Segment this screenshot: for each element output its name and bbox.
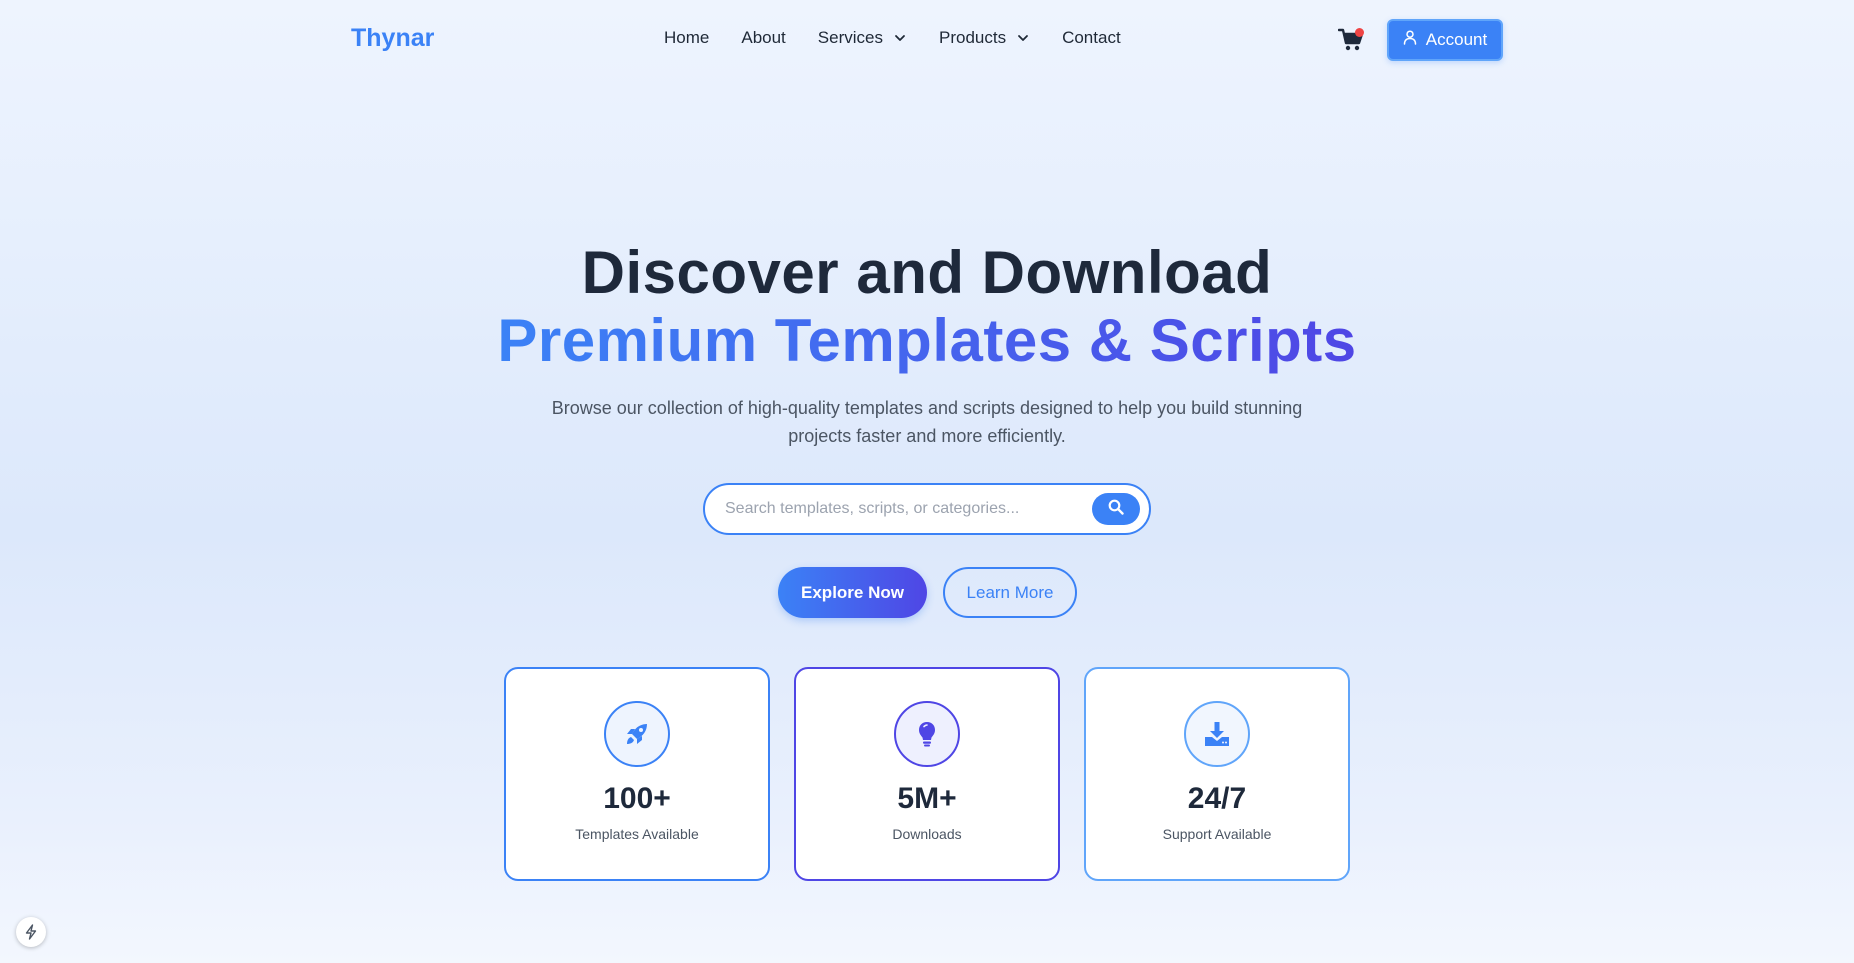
search-button[interactable] <box>1092 493 1140 525</box>
nav-item-about[interactable]: About <box>741 28 785 48</box>
rocket-icon <box>604 701 670 767</box>
stat-card-support: 24/7 Support Available <box>1084 667 1350 881</box>
learn-more-button[interactable]: Learn More <box>943 567 1077 618</box>
hero-subtitle: Browse our collection of high-quality te… <box>551 398 1303 446</box>
nav-label: Products <box>938 28 1007 47</box>
explore-now-button[interactable]: Explore Now <box>778 567 927 618</box>
nav-item-products[interactable]: Products <box>939 28 1030 48</box>
nav-item-home[interactable]: Home <box>664 28 709 48</box>
chevron-down-icon <box>1016 31 1030 45</box>
stat-card-templates: 100+ Templates Available <box>504 667 770 881</box>
main-nav: Home About Services Products Contact <box>664 28 1121 48</box>
lightning-icon[interactable] <box>16 917 46 947</box>
hero-title: Discover and Download <box>581 239 1273 306</box>
lightbulb-icon <box>894 701 960 767</box>
nav-label: Contact <box>1062 28 1121 47</box>
search-bar <box>703 483 1151 535</box>
logo[interactable]: Thynar <box>351 24 434 53</box>
stat-value: 100+ <box>603 782 671 815</box>
user-icon <box>1403 30 1417 50</box>
stat-label: Support Available <box>1162 826 1272 842</box>
cart-badge <box>1355 28 1364 37</box>
account-label: Account <box>1425 30 1488 49</box>
shopping-cart-icon[interactable] <box>1337 27 1364 53</box>
nav-label: Home <box>664 28 710 47</box>
download-icon <box>1184 701 1250 767</box>
account-button[interactable]: Account <box>1387 19 1503 61</box>
stat-value: 24/7 <box>1187 782 1247 815</box>
search-input[interactable] <box>705 485 1092 533</box>
hero-title-accent: Premium Templates & Scripts <box>0 306 1854 376</box>
nav-label: Services <box>817 28 883 47</box>
chevron-down-icon <box>893 31 907 45</box>
nav-label: About <box>741 28 786 47</box>
site-header: Thynar Home About Services Products Cont… <box>0 0 1854 80</box>
stat-label: Downloads <box>892 826 962 842</box>
nav-item-services[interactable]: Services <box>818 28 907 48</box>
nav-item-contact[interactable]: Contact <box>1062 28 1121 48</box>
stat-label: Templates Available <box>575 826 699 842</box>
hero-title-accent-text: Premium Templates & Scripts <box>497 307 1357 374</box>
stat-card-downloads: 5M+ Downloads <box>794 667 1060 881</box>
stat-value: 5M+ <box>897 782 957 815</box>
search-icon <box>1108 499 1124 520</box>
